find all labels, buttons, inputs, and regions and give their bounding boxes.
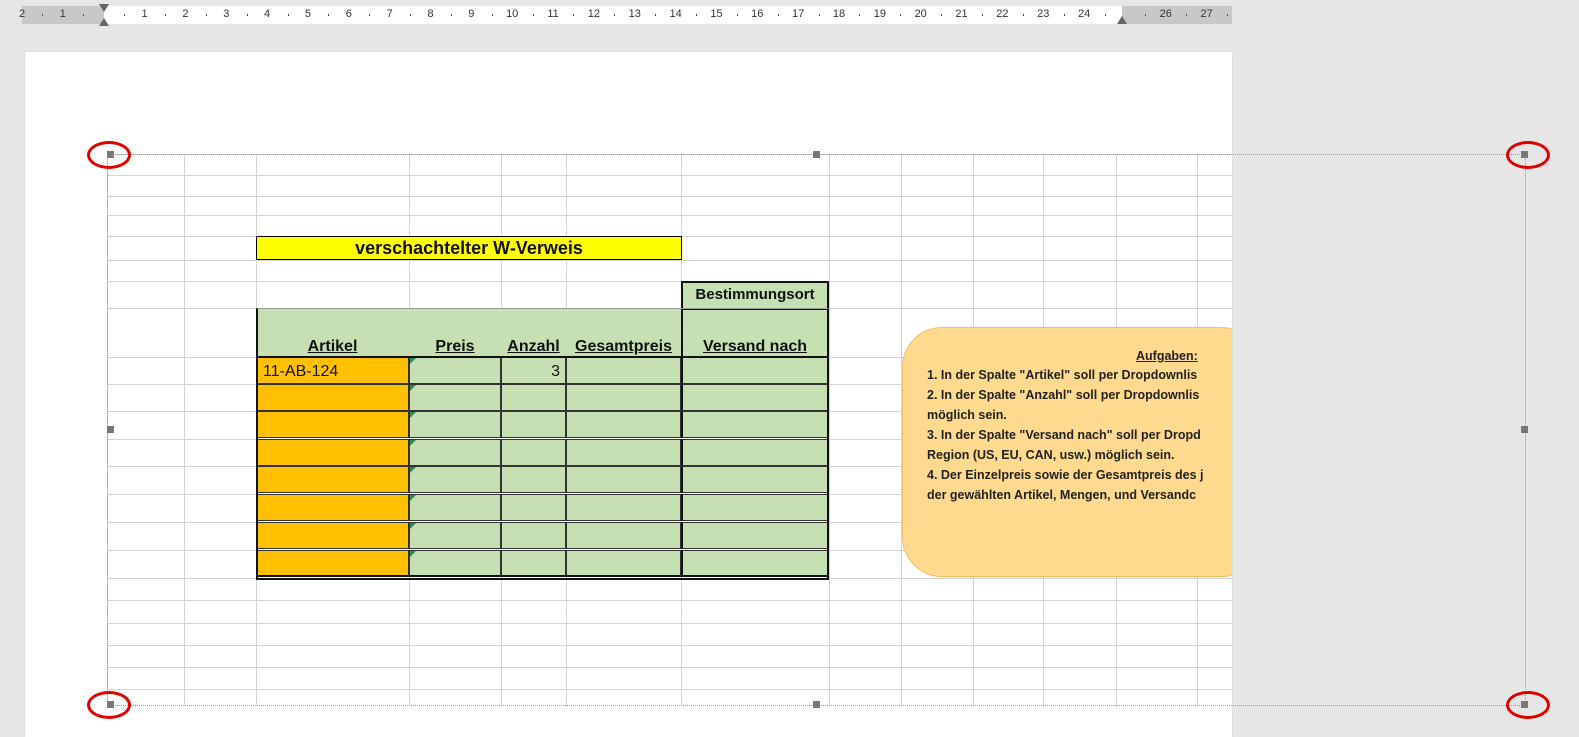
ruler-tick (900, 14, 902, 16)
ruler-tick (614, 14, 616, 16)
hanging-indent-marker[interactable] (99, 18, 109, 26)
resize-handle-top-middle[interactable] (813, 151, 820, 158)
highlight-circle-top-right (1506, 141, 1550, 169)
ruler-number: 23 (1037, 8, 1050, 20)
ruler-number: 26 (1159, 8, 1172, 20)
ruler-tick (941, 14, 943, 16)
ruler-tick (246, 14, 248, 16)
ruler-number: 1 (59, 8, 66, 20)
ruler-tick (450, 14, 452, 16)
ruler-number: 12 (587, 8, 601, 20)
ruler-number: 16 (751, 8, 764, 20)
resize-handle-bottom-middle[interactable] (813, 701, 820, 708)
ruler-tick (1063, 14, 1065, 16)
ruler-tick (1022, 14, 1024, 16)
highlight-circle-bottom-right (1506, 691, 1550, 719)
ruler-tick (981, 14, 983, 16)
ruler-tick (818, 14, 820, 16)
ruler-number: 17 (792, 8, 805, 20)
ruler-tick (491, 14, 493, 16)
ruler-number: 14 (669, 8, 682, 20)
ruler-tick (655, 14, 657, 16)
ruler-tick (736, 14, 738, 16)
ruler-number: 8 (427, 8, 434, 20)
ruler-tick (369, 14, 371, 16)
ruler-number: 1 (141, 8, 148, 20)
object-selection-frame[interactable] (107, 154, 1526, 706)
ruler-number: 3 (223, 8, 230, 20)
ruler-number: 4 (264, 8, 271, 20)
ruler-tick (287, 14, 289, 16)
ruler-tick (42, 14, 44, 16)
ruler-tick (1145, 14, 1147, 16)
right-indent-marker[interactable] (1117, 16, 1127, 24)
ruler-tick (1186, 14, 1188, 16)
highlight-circle-bottom-left (87, 691, 131, 719)
horizontal-ruler[interactable]: 2 1 1 2 3 4 5 6 7 8 9 10 11 12 13 14 15 16 17 18 19 20 21 22 23 2… (18, 4, 1232, 26)
ruler-right-margin (1122, 6, 1232, 24)
ruler-number: 20 (914, 8, 927, 20)
ruler-number: 27 (1200, 8, 1213, 20)
ruler-number: 7 (386, 8, 393, 20)
ruler-tick (328, 14, 330, 16)
ruler-number: 2 (18, 8, 26, 20)
ruler-number: 15 (710, 8, 723, 20)
ruler-number: 10 (506, 8, 519, 20)
ruler-tick (124, 14, 126, 16)
ruler-number: 21 (955, 8, 968, 20)
first-line-indent-marker[interactable] (99, 4, 109, 12)
highlight-circle-top-left (87, 141, 131, 169)
ruler-tick (532, 14, 534, 16)
ruler-tick (859, 14, 861, 16)
ruler-number: 5 (304, 8, 311, 20)
ruler-number: 9 (468, 8, 475, 20)
ruler-tick (205, 14, 207, 16)
ruler-tick (1104, 14, 1106, 16)
ruler-number: 11 (547, 8, 559, 20)
ruler-tick (573, 14, 575, 16)
ruler-tick (164, 14, 166, 16)
resize-handle-middle-left[interactable] (107, 426, 114, 433)
ruler-number: 13 (628, 8, 641, 20)
ruler-tick (696, 14, 698, 16)
ruler-number: 22 (996, 8, 1009, 20)
ruler-number: 6 (345, 8, 352, 20)
resize-handle-middle-right[interactable] (1521, 426, 1528, 433)
ruler-number: 19 (873, 8, 886, 20)
ruler-tick (777, 14, 779, 16)
ruler-tick (410, 14, 412, 16)
ruler-number: 2 (182, 8, 189, 20)
ruler-tick (1227, 14, 1229, 16)
ruler-tick (83, 14, 85, 16)
ruler-number: 24 (1077, 8, 1091, 20)
ruler-number: 18 (832, 8, 846, 20)
